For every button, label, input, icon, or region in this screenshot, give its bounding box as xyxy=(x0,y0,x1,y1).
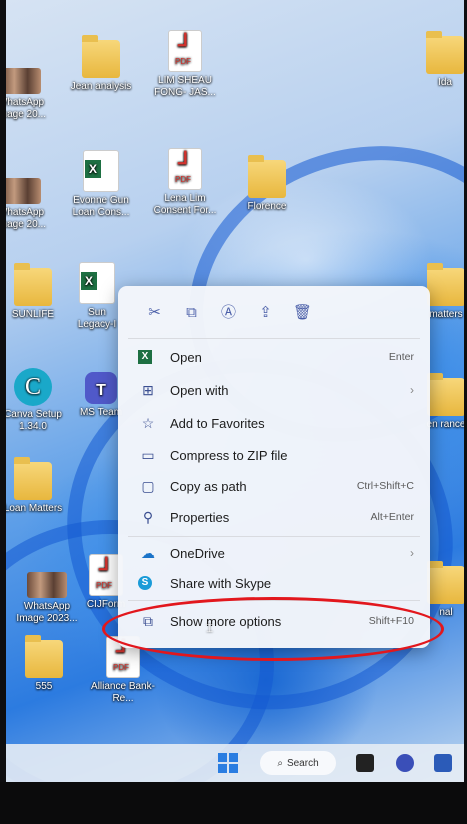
desktop-icon-sun-legacy[interactable]: Sun Legacy-I xyxy=(72,262,122,331)
desktop-icon-555[interactable]: 555 xyxy=(16,635,72,693)
pdf-icon xyxy=(168,148,202,190)
chevron-right-icon: › xyxy=(410,546,414,560)
desktop-icon-florence[interactable]: Florence xyxy=(234,155,300,213)
menu-item-label: Open xyxy=(170,349,202,365)
chevron-right-icon: › xyxy=(410,383,414,397)
monitor-bezel xyxy=(0,782,467,824)
desktop-icon-jean-analysis[interactable]: Jean analysis xyxy=(68,35,134,93)
desktop-icon-whatsapp-image-3[interactable]: WhatsApp Image 2023... xyxy=(14,564,80,625)
menu-item-open-with[interactable]: ⊞ Open with › xyxy=(138,377,414,403)
menu-item-label: Share with Skype xyxy=(170,575,272,591)
desktop-icon-evonne-gun[interactable]: Evonne Gun Loan Cons... xyxy=(68,150,134,219)
menu-item-label: Copy as path xyxy=(170,478,247,494)
highlight-ring xyxy=(102,597,444,661)
desktop-icon-whatsapp-image-1[interactable]: WhatsApp Image 20... xyxy=(6,60,54,121)
menu-item-shortcut: Alt+Enter xyxy=(370,511,414,523)
menu-divider xyxy=(128,536,420,537)
menu-item-copy-as-path[interactable]: ▢ Copy as path Ctrl+Shift+C xyxy=(138,473,414,499)
canva-icon: C xyxy=(14,368,52,406)
excel-icon: X xyxy=(138,350,152,364)
folder-icon xyxy=(427,373,464,416)
menu-item-add-to-favorites[interactable]: ☆ Add to Favorites xyxy=(138,410,414,436)
desktop-icon-loan-matters[interactable]: Loan Matters xyxy=(6,457,66,515)
word-icon[interactable] xyxy=(434,754,452,772)
menu-item-share-with-skype[interactable]: S Share with Skype xyxy=(138,570,414,596)
menu-item-label: OneDrive xyxy=(170,545,225,561)
menu-item-properties[interactable]: ⚲ Properties Alt+Enter xyxy=(138,504,414,530)
meet-icon[interactable] xyxy=(396,754,414,772)
mouse-cursor-icon: ⌶ xyxy=(206,621,214,635)
pdf-icon xyxy=(168,30,202,72)
context-menu: ✂ ⧉ Ⓐ ⇪ 🗑 X Open Enter ⊞ Open with › ☆ A… xyxy=(118,286,430,648)
excel-icon xyxy=(83,150,119,192)
folder-icon xyxy=(248,155,286,198)
desktop-icon-sunlife[interactable]: SUNLIFE xyxy=(6,263,66,321)
delete-icon[interactable]: 🗑 xyxy=(284,300,321,326)
taskbar-search-label: Search xyxy=(286,757,319,769)
menu-item-shortcut: Ctrl+Shift+C xyxy=(356,480,414,492)
desktop-icon-ida[interactable]: Ida xyxy=(412,31,464,89)
taskbar-search-button[interactable]: ⌕ Search xyxy=(260,751,336,775)
folder-icon xyxy=(426,31,464,74)
rename-icon[interactable]: Ⓐ xyxy=(210,300,247,326)
context-menu-toolbar: ✂ ⧉ Ⓐ ⇪ 🗑 xyxy=(136,300,321,326)
share-icon[interactable]: ⇪ xyxy=(247,300,284,326)
skype-icon: S xyxy=(138,576,152,590)
taskbar: ⌕ Search xyxy=(6,744,464,782)
desktop-icon-canva-setup[interactable]: C Canva Setup 1.34.0 xyxy=(6,368,66,433)
open-with-icon: ⊞ xyxy=(142,381,154,398)
folder-icon xyxy=(82,35,120,78)
zip-icon: ▭ xyxy=(141,446,155,463)
menu-item-label: Add to Favorites xyxy=(170,415,265,431)
cloud-icon: ☁ xyxy=(141,544,155,561)
desktop-icon-lim-sheau-fong[interactable]: LIM SHEAU FONG- JAS... xyxy=(152,30,218,99)
wrench-icon: ⚲ xyxy=(142,508,154,525)
excel-icon xyxy=(79,262,115,304)
copy-icon[interactable]: ⧉ xyxy=(173,300,210,326)
desktop-icon-matters[interactable]: matters xyxy=(424,263,464,321)
folder-icon xyxy=(14,263,52,306)
folder-icon xyxy=(427,561,464,604)
menu-item-open[interactable]: X Open Enter xyxy=(138,344,414,370)
teams-icon: T xyxy=(85,372,117,404)
folder-icon xyxy=(25,635,63,678)
star-icon: ☆ xyxy=(141,414,155,431)
photo-icon xyxy=(6,178,41,204)
windows-start-icon[interactable] xyxy=(218,753,238,773)
folder-icon xyxy=(427,263,464,306)
menu-divider xyxy=(128,338,420,339)
cut-icon[interactable]: ✂ xyxy=(136,300,173,326)
menu-item-compress-zip[interactable]: ▭ Compress to ZIP file xyxy=(138,442,414,468)
menu-item-shortcut: Enter xyxy=(388,351,414,363)
menu-item-label: Compress to ZIP file xyxy=(170,447,288,463)
desktop-icon-insurance[interactable]: en rance xyxy=(426,373,464,431)
path-icon: ▢ xyxy=(141,477,155,494)
desktop-icon-lena-lim[interactable]: Lena Lim Consent For... xyxy=(152,148,218,217)
desktop-icon-whatsapp-image-2[interactable]: WhatsApp Image 20... xyxy=(6,170,54,231)
folder-icon xyxy=(14,457,52,500)
search-icon: ⌕ xyxy=(277,757,283,769)
file-explorer-icon[interactable] xyxy=(356,754,374,772)
menu-item-label: Properties xyxy=(170,509,230,525)
photo-icon xyxy=(27,572,67,598)
desktop-icon-nal[interactable]: nal xyxy=(426,561,464,619)
photo-icon xyxy=(6,68,41,94)
menu-item-label: Open with xyxy=(170,382,229,398)
menu-item-onedrive[interactable]: ☁ OneDrive › xyxy=(138,540,414,566)
